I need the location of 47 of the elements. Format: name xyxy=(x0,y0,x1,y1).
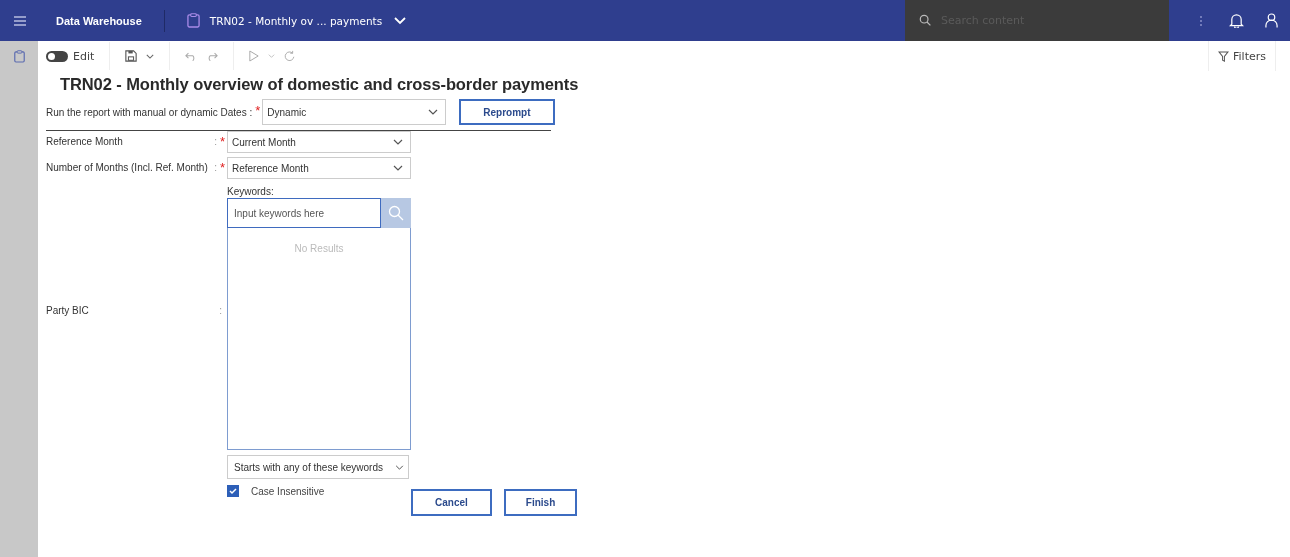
chevron-down-icon[interactable] xyxy=(146,53,155,59)
no-results-text: No Results xyxy=(294,243,344,254)
checkbox[interactable] xyxy=(227,485,239,497)
report-tab[interactable]: TRN02 - Monthly ov ... payments xyxy=(209,14,407,27)
chevron-down-icon xyxy=(394,16,407,25)
user-icon[interactable] xyxy=(1265,13,1278,28)
required-mark: * xyxy=(219,134,225,149)
clipboard-icon xyxy=(186,13,200,28)
report-title: TRN02 - Monthly overview of domestic and cross-border payments xyxy=(60,75,580,94)
notification-icon[interactable] xyxy=(1229,13,1244,28)
separator-text: : xyxy=(214,162,217,173)
required-mark: * xyxy=(255,102,261,118)
more-icon[interactable] xyxy=(1199,14,1203,27)
search-button[interactable] xyxy=(381,198,411,228)
finish-button[interactable]: Finish xyxy=(503,489,578,516)
chevron-down-icon xyxy=(393,139,403,145)
refresh-icon[interactable] xyxy=(284,50,296,62)
prompt-label: Number of Months (Incl. Ref. Month) xyxy=(46,162,209,173)
filters-button[interactable]: Filters xyxy=(1208,41,1276,71)
select-field[interactable]: Dynamic xyxy=(262,99,447,125)
search-icon xyxy=(919,14,931,26)
required-mark: * xyxy=(219,160,225,175)
separator-text: : xyxy=(214,136,217,147)
chevron-down-icon xyxy=(428,109,439,115)
reprompt-button[interactable]: Reprompt xyxy=(459,99,555,125)
chevron-down-icon xyxy=(393,165,403,171)
edit-toggle[interactable]: Edit xyxy=(46,49,95,63)
match-mode-select[interactable]: Starts with any of these keywords xyxy=(227,455,409,479)
redo-icon[interactable] xyxy=(206,51,219,61)
prompt-label: Run the report with manual or dynamic Dates : xyxy=(46,106,253,118)
prompt-label: Party BIC xyxy=(46,304,90,316)
prompt-label: Reference Month xyxy=(46,136,124,147)
clipboard-icon[interactable] xyxy=(13,50,25,63)
separator-text: : xyxy=(219,304,222,316)
keywords-label: Keywords: xyxy=(227,186,275,197)
select-field[interactable]: Reference Month xyxy=(227,157,411,179)
search-icon xyxy=(388,205,404,221)
run-icon[interactable] xyxy=(249,50,260,62)
chevron-down-icon xyxy=(395,464,404,470)
product-name[interactable]: Data Warehouse xyxy=(56,14,142,27)
checkbox-label: Case Insensitive xyxy=(251,485,325,497)
keywords-field[interactable]: Input keywords here xyxy=(227,198,381,228)
cancel-button[interactable]: Cancel xyxy=(411,489,492,516)
select-field[interactable]: Current Month xyxy=(227,131,411,153)
filter-icon xyxy=(1218,50,1229,62)
menu-icon[interactable] xyxy=(14,15,26,26)
save-icon[interactable] xyxy=(125,50,138,62)
